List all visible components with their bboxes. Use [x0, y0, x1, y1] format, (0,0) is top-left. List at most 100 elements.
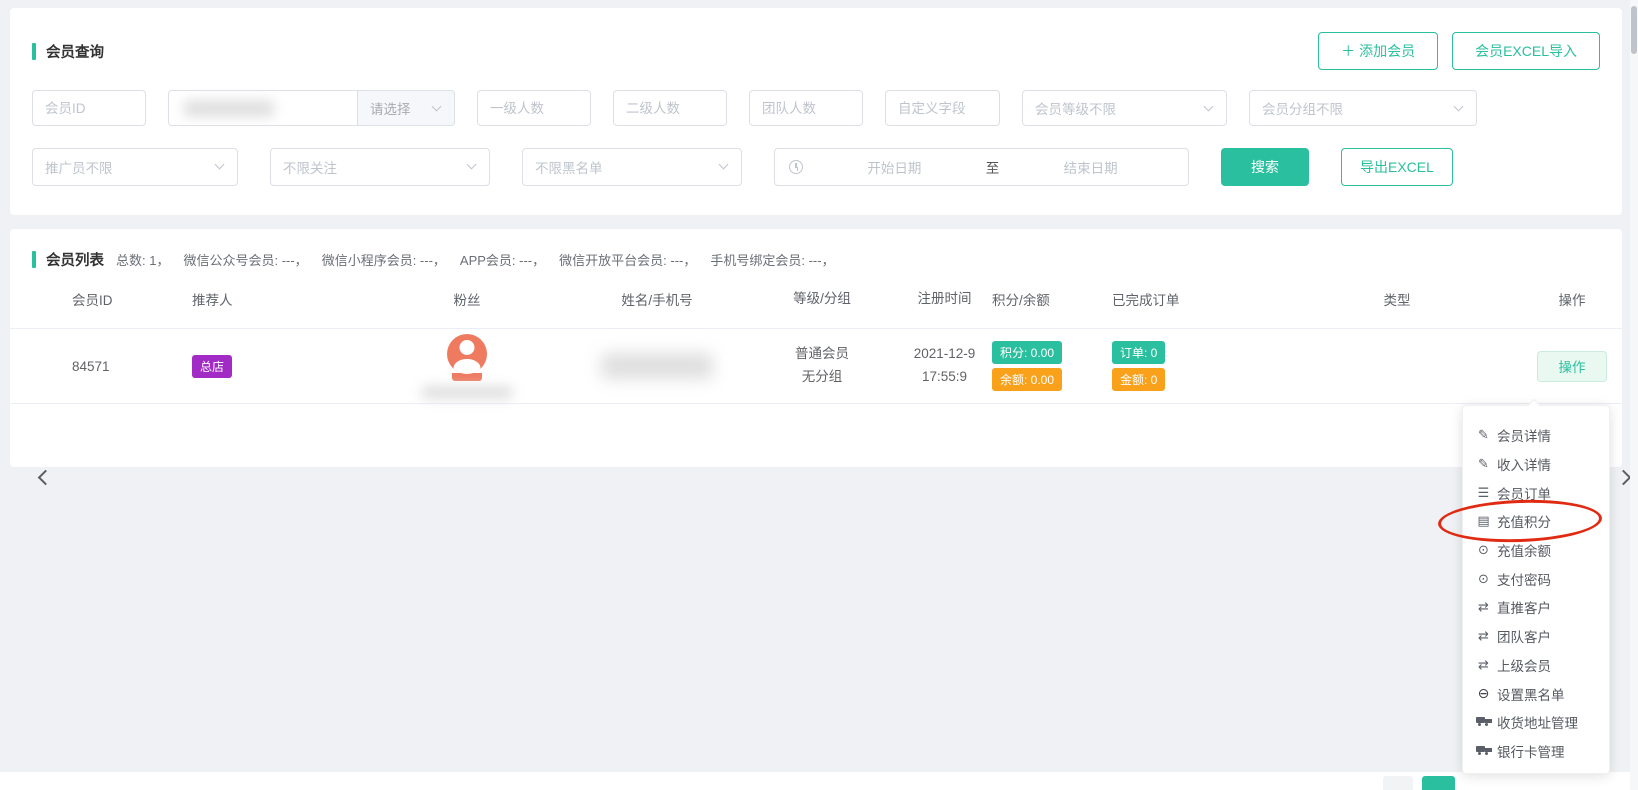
- member-id-input[interactable]: [32, 90, 146, 126]
- search-button[interactable]: 搜索: [1221, 148, 1309, 186]
- col-level-group: 等级/分组: [747, 288, 897, 311]
- avatar-base: [452, 373, 482, 381]
- page-title: 会员查询: [46, 41, 104, 62]
- menu-item-recharge-balance[interactable]: ⊙ 充值余额: [1463, 536, 1609, 565]
- menu-item-upper-member[interactable]: ⇄ 上级会员: [1463, 651, 1609, 680]
- chevron-down-icon: [1204, 102, 1214, 112]
- search-type-select[interactable]: 请选择: [357, 91, 454, 125]
- level1-count-input[interactable]: [477, 90, 591, 126]
- col-type: 类型: [1282, 289, 1512, 309]
- chevron-down-icon: [215, 160, 225, 170]
- list-icon: ☰: [1475, 485, 1492, 501]
- edit-icon: ✎: [1475, 456, 1492, 472]
- redacted-input-blur: [183, 100, 275, 117]
- fan-name-blurred: [421, 386, 513, 399]
- section-accent-bar: [32, 43, 36, 60]
- table-row: 84571 总店 普通会员 无分组 2021-12-9 17:55:9 积分: …: [10, 328, 1622, 404]
- orders-badge: 订单: 0: [1112, 341, 1165, 364]
- reg-date: 2021-12-9: [897, 343, 992, 366]
- chevron-down-icon: [1454, 102, 1464, 112]
- bank-card-icon: ▤: [1475, 513, 1492, 529]
- promoter-select[interactable]: 推广员不限: [32, 148, 238, 186]
- follow-select[interactable]: 不限关注: [270, 148, 490, 186]
- blacklist-icon: ⊖: [1475, 685, 1492, 702]
- menu-item-recharge-points[interactable]: ▤ 充值积分: [1463, 507, 1609, 536]
- pagination-page-button[interactable]: [1422, 776, 1455, 790]
- stat-phone-bound: 手机号绑定会员: ---，: [710, 250, 834, 269]
- col-reg-time: 注册时间: [897, 288, 992, 311]
- chevron-down-icon: [719, 160, 729, 170]
- date-range-picker[interactable]: 开始日期 至 结束日期: [774, 148, 1189, 186]
- member-list-card: 会员列表 总数: 1， 微信公众号会员: ---， 微信小程序会员: ---， …: [10, 229, 1622, 467]
- scroll-left-icon[interactable]: [38, 470, 54, 486]
- scrollbar-thumb[interactable]: [1631, 6, 1637, 54]
- money-icon: ⊙: [1475, 571, 1492, 587]
- referrer-badge: 总店: [192, 355, 232, 378]
- col-member-id: 会员ID: [72, 289, 192, 309]
- excel-import-button[interactable]: 会员EXCEL导入: [1452, 32, 1600, 70]
- col-points-balance: 积分/余额: [992, 289, 1112, 309]
- truck-icon: [1476, 716, 1491, 728]
- row-action-button[interactable]: 操作: [1537, 351, 1607, 382]
- menu-item-member-detail[interactable]: ✎ 会员详情: [1463, 421, 1609, 450]
- menu-item-member-orders[interactable]: ☰ 会员订单: [1463, 478, 1609, 507]
- transfer-icon: ⇄: [1475, 599, 1492, 615]
- cell-member-id: 84571: [72, 359, 192, 374]
- col-actions: 操作: [1512, 289, 1632, 309]
- stat-wechat-official: 微信公众号会员: ---，: [183, 250, 307, 269]
- col-name-phone: 姓名/手机号: [567, 289, 747, 309]
- edit-icon: ✎: [1475, 427, 1492, 443]
- member-stats: 总数: 1， 微信公众号会员: ---， 微信小程序会员: ---， APP会员…: [116, 250, 845, 269]
- section-accent-bar: [32, 251, 36, 268]
- stat-open-platform: 微信开放平台会员: ---，: [559, 250, 696, 269]
- member-level: 普通会员: [747, 343, 897, 366]
- add-member-button[interactable]: ＋ 添加会员: [1318, 32, 1438, 70]
- stat-miniprogram: 微信小程序会员: ---，: [322, 250, 446, 269]
- col-referrer: 推荐人: [192, 289, 367, 309]
- stat-app: APP会员: ---，: [460, 250, 545, 269]
- blacklist-select[interactable]: 不限黑名单: [522, 148, 742, 186]
- member-group-select[interactable]: 会员分组不限: [1249, 90, 1477, 126]
- table-header-row: 会员ID 推荐人 粉丝 姓名/手机号 等级/分组 注册时间 积分/余额 已完成订…: [10, 270, 1622, 328]
- member-level-select[interactable]: 会员等级不限: [1022, 90, 1227, 126]
- stat-total: 总数: 1，: [116, 250, 169, 269]
- clock-icon: [789, 160, 803, 174]
- list-title: 会员列表: [46, 249, 104, 270]
- menu-item-team-customers[interactable]: ⇄ 团队客户: [1463, 622, 1609, 651]
- menu-item-pay-password[interactable]: ⊙ 支付密码: [1463, 564, 1609, 593]
- pagination-prev-button[interactable]: [1383, 776, 1413, 790]
- date-separator: 至: [986, 157, 1000, 177]
- reg-time: 17:55:9: [897, 366, 992, 389]
- pagination-bar: [0, 772, 1630, 790]
- col-completed-orders: 已完成订单: [1112, 289, 1282, 309]
- money-icon: ⊙: [1475, 542, 1492, 558]
- row-action-menu: ✎ 会员详情 ✎ 收入详情 ☰ 会员订单 ▤ 充值积分 ⊙ 充值余额 ⊙ 支付密…: [1462, 405, 1610, 774]
- member-group: 无分组: [747, 366, 897, 389]
- transfer-icon: ⇄: [1475, 628, 1492, 644]
- member-search-compound: 请选择: [168, 90, 455, 126]
- menu-item-direct-customers[interactable]: ⇄ 直推客户: [1463, 593, 1609, 622]
- name-phone-blurred: [601, 353, 713, 379]
- amount-badge: 金额: 0: [1112, 368, 1165, 391]
- balance-badge: 余额: 0.00: [992, 368, 1062, 391]
- bank-card-manage-icon: [1476, 745, 1491, 757]
- points-badge: 积分: 0.00: [992, 341, 1062, 364]
- member-query-card: 会员查询 ＋ 添加会员 会员EXCEL导入 请选择: [10, 8, 1622, 215]
- level2-count-input[interactable]: [613, 90, 727, 126]
- chevron-down-icon: [467, 160, 477, 170]
- date-end-field[interactable]: 结束日期: [1007, 157, 1174, 177]
- avatar: [447, 334, 487, 374]
- menu-item-income-detail[interactable]: ✎ 收入详情: [1463, 450, 1609, 479]
- team-count-input[interactable]: [749, 90, 863, 126]
- vertical-scrollbar[interactable]: [1630, 0, 1638, 790]
- menu-item-shipping-address[interactable]: 收货地址管理: [1463, 708, 1609, 737]
- date-start-field[interactable]: 开始日期: [811, 157, 978, 177]
- export-excel-button[interactable]: 导出EXCEL: [1341, 148, 1453, 186]
- transfer-icon: ⇄: [1475, 657, 1492, 673]
- menu-item-set-blacklist[interactable]: ⊖ 设置黑名单: [1463, 679, 1609, 708]
- col-fans: 粉丝: [367, 289, 567, 309]
- custom-field-input[interactable]: [885, 90, 1000, 126]
- menu-item-bank-card[interactable]: 银行卡管理: [1463, 737, 1609, 766]
- scroll-right-icon[interactable]: [1616, 470, 1632, 486]
- chevron-down-icon: [432, 102, 442, 112]
